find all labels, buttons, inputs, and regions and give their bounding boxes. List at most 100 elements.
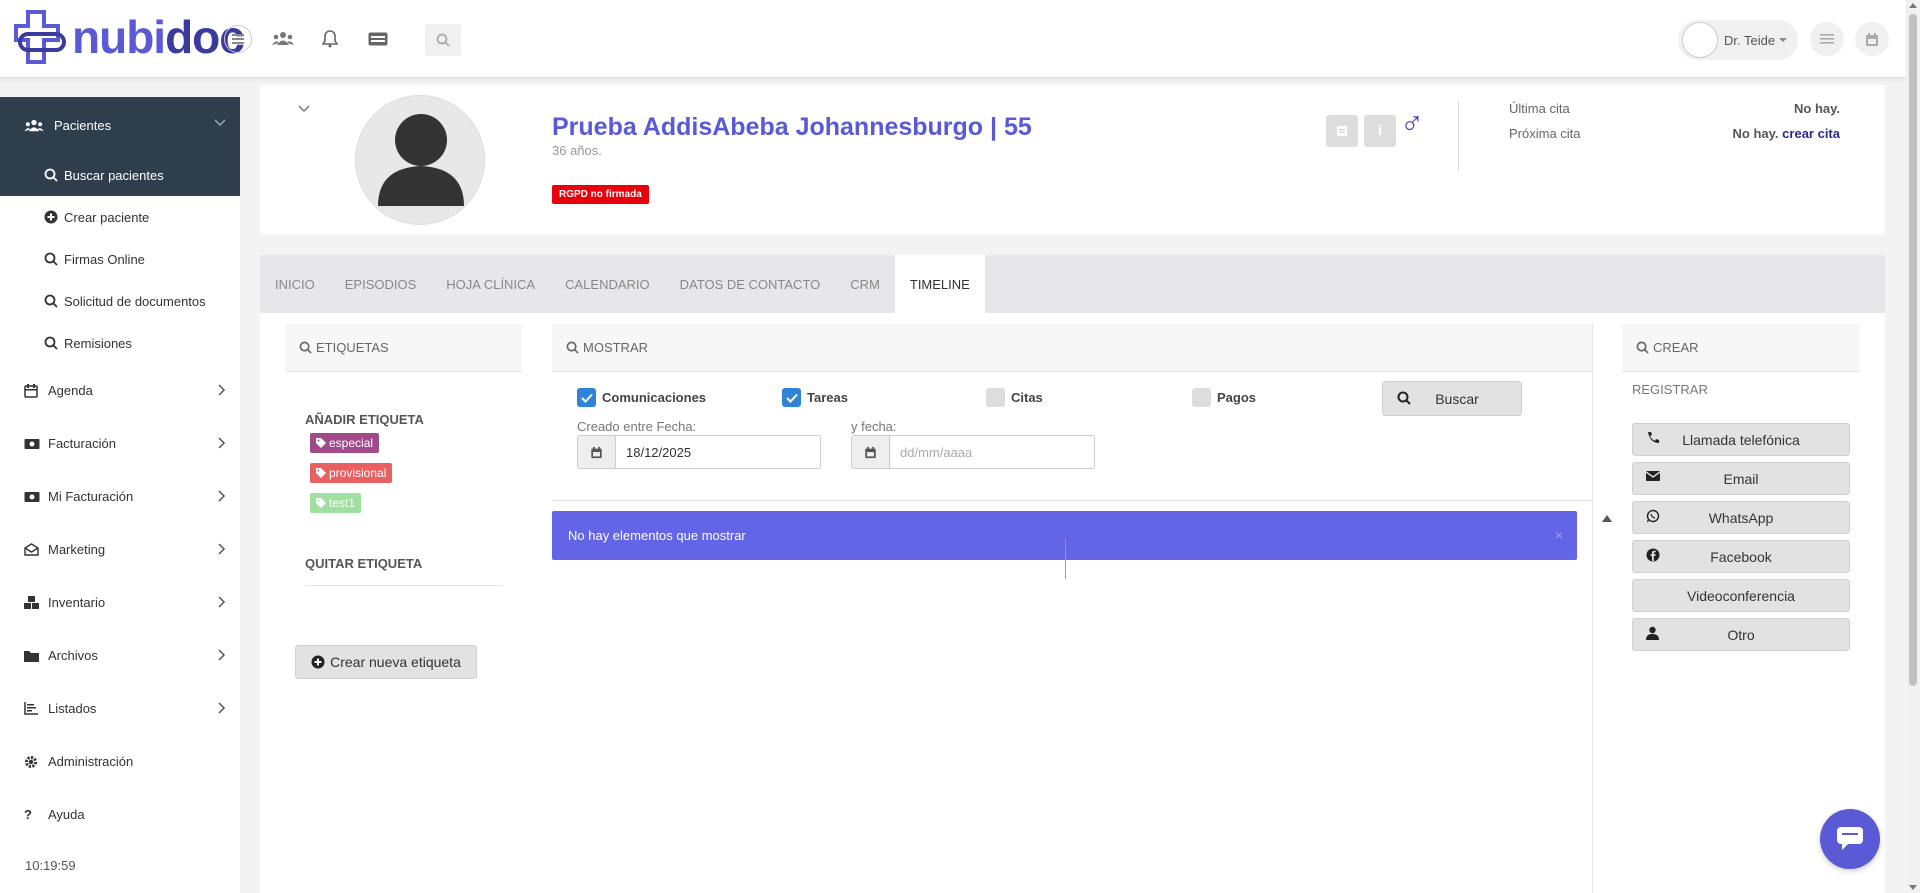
filter-comunicaciones[interactable]: Comunicaciones — [577, 388, 706, 407]
filter-tareas[interactable]: Tareas — [782, 388, 848, 407]
chat-button[interactable] — [1820, 809, 1880, 869]
chevron-down-icon — [214, 119, 226, 127]
sidebar-item-agenda[interactable]: Agenda — [0, 364, 240, 417]
sidebar-item-firmas-online[interactable]: Firmas Online — [0, 238, 240, 280]
register-whatsapp-button[interactable]: WhatsApp — [1632, 501, 1850, 534]
calendar-button[interactable] — [1855, 22, 1889, 56]
scrollbar-thumb[interactable] — [1909, 14, 1917, 686]
checkbox-label: Tareas — [807, 390, 848, 405]
check-icon — [785, 393, 798, 403]
sidebar-item-inventario[interactable]: Inventario — [0, 576, 240, 629]
tab-hoja-clinica[interactable]: HOJA CLÍNICA — [431, 255, 550, 313]
register-button-label: Videoconferencia — [1687, 587, 1795, 604]
register-videoconference-button[interactable]: Videoconferencia — [1632, 579, 1850, 612]
create-tag-label: Crear nueva etiqueta — [330, 654, 461, 670]
chevron-right-icon — [218, 437, 226, 449]
card-button[interactable] — [363, 24, 393, 54]
envelope-icon — [1646, 471, 1660, 481]
sidebar-item-remisiones[interactable]: Remisiones — [0, 322, 240, 364]
checkbox-checked[interactable] — [577, 388, 596, 407]
create-tag-button[interactable]: Crear nueva etiqueta — [295, 645, 477, 679]
scroll-up-arrow[interactable] — [1909, 3, 1917, 8]
tag-especial[interactable]: especial — [310, 433, 380, 453]
users-icon — [272, 32, 294, 45]
sidebar-item-archivos[interactable]: Archivos — [0, 629, 240, 682]
sidebar-item-label: Mi Facturación — [48, 489, 134, 504]
sidebar-item-label: Firmas Online — [64, 251, 145, 267]
search-button[interactable] — [425, 24, 461, 56]
chevron-down-icon[interactable] — [298, 105, 310, 113]
sidebar-item-marketing[interactable]: Marketing — [0, 523, 240, 576]
checkbox-unchecked[interactable] — [1192, 388, 1211, 407]
person-silhouette-icon — [378, 114, 464, 206]
calendar-icon — [24, 384, 38, 398]
tabs-bar: INICIO EPISODIOS HOJA CLÍNICA CALENDARIO… — [260, 255, 1885, 313]
to-date-field[interactable] — [851, 435, 1095, 469]
sidebar-item-label: Pacientes — [54, 118, 112, 133]
tab-calendario[interactable]: CALENDARIO — [550, 255, 665, 313]
tab-timeline[interactable]: TIMELINE — [894, 255, 985, 313]
scroll-up-icon[interactable] — [1602, 515, 1612, 522]
filter-citas[interactable]: Citas — [986, 388, 1043, 407]
crear-cita-link[interactable]: crear cita — [1782, 126, 1840, 141]
tab-crm[interactable]: CRM — [835, 255, 895, 313]
search-icon — [566, 341, 579, 354]
patient-notes-button[interactable] — [1326, 115, 1358, 147]
search-icon — [44, 168, 58, 182]
proxima-cita-text: No hay. — [1732, 126, 1779, 141]
patient-info-button[interactable]: i — [1364, 115, 1396, 147]
sidebar-item-administracion[interactable]: Administración — [0, 735, 240, 788]
tab-inicio[interactable]: INICIO — [260, 255, 330, 313]
tab-episodios[interactable]: EPISODIOS — [330, 255, 432, 313]
list-icon — [24, 702, 38, 715]
tag-test1[interactable]: test1 — [310, 493, 362, 513]
tag-provisional[interactable]: provisional — [310, 463, 393, 483]
users-icon — [24, 119, 44, 131]
sidebar-item-label: Archivos — [48, 648, 98, 663]
close-icon[interactable]: × — [1555, 527, 1563, 543]
register-email-button[interactable]: Email — [1632, 462, 1850, 495]
to-date-input[interactable] — [890, 444, 1090, 460]
register-other-button[interactable]: Otro — [1632, 618, 1850, 651]
tag-icon — [316, 498, 326, 508]
folder-icon — [24, 650, 39, 662]
tag-icon — [316, 438, 326, 448]
sidebar-item-listados[interactable]: Listados — [0, 682, 240, 735]
search-icon — [1636, 341, 1649, 354]
scroll-down-arrow[interactable] — [1909, 885, 1917, 890]
sidebar-item-pacientes[interactable]: Pacientes — [0, 97, 240, 154]
patients-button[interactable] — [268, 24, 298, 54]
logo-mark-icon — [14, 10, 66, 64]
user-menu[interactable]: Dr. Teide — [1678, 20, 1798, 60]
sidebar-item-solicitud-documentos[interactable]: Solicitud de documentos — [0, 280, 240, 322]
register-facebook-button[interactable]: Facebook — [1632, 540, 1850, 573]
notifications-button[interactable] — [315, 24, 345, 54]
chevron-right-icon — [218, 490, 226, 502]
tab-datos-contacto[interactable]: DATOS DE CONTACTO — [665, 255, 836, 313]
bell-icon — [322, 30, 338, 48]
search-submit-button[interactable]: Buscar — [1382, 381, 1522, 416]
checkbox-unchecked[interactable] — [986, 388, 1005, 407]
logo[interactable]: nubidoc — [12, 8, 245, 66]
from-date-field[interactable] — [577, 435, 821, 469]
empty-alert-text: No hay elementos que mostrar — [568, 528, 746, 543]
sidebar-item-ayuda[interactable]: ? Ayuda — [0, 788, 240, 841]
sidebar-item-buscar-pacientes[interactable]: Buscar pacientes — [0, 154, 240, 196]
plus-circle-icon — [44, 210, 58, 224]
from-date-input[interactable] — [616, 444, 816, 460]
checkbox-checked[interactable] — [782, 388, 801, 407]
sidebar-item-crear-paciente[interactable]: Crear paciente — [0, 196, 240, 238]
page-scrollbar[interactable] — [1906, 0, 1920, 893]
register-phone-button[interactable]: Llamada telefónica — [1632, 423, 1850, 456]
filter-pagos[interactable]: Pagos — [1192, 388, 1256, 407]
menu-icon — [1820, 34, 1834, 44]
menu-button[interactable] — [1810, 22, 1844, 56]
top-bar: nubidoc Dr. Teide — [0, 0, 1906, 78]
calendar-icon — [591, 446, 602, 458]
sidebar-item-facturacion[interactable]: Facturación — [0, 417, 240, 470]
sidebar-item-mi-facturacion[interactable]: Mi Facturación — [0, 470, 240, 523]
sidebar-toggle-button[interactable] — [224, 25, 252, 53]
rgpd-badge[interactable]: RGPD no firmada — [552, 185, 649, 204]
divider — [1592, 324, 1593, 893]
register-button-label: Facebook — [1710, 548, 1772, 565]
